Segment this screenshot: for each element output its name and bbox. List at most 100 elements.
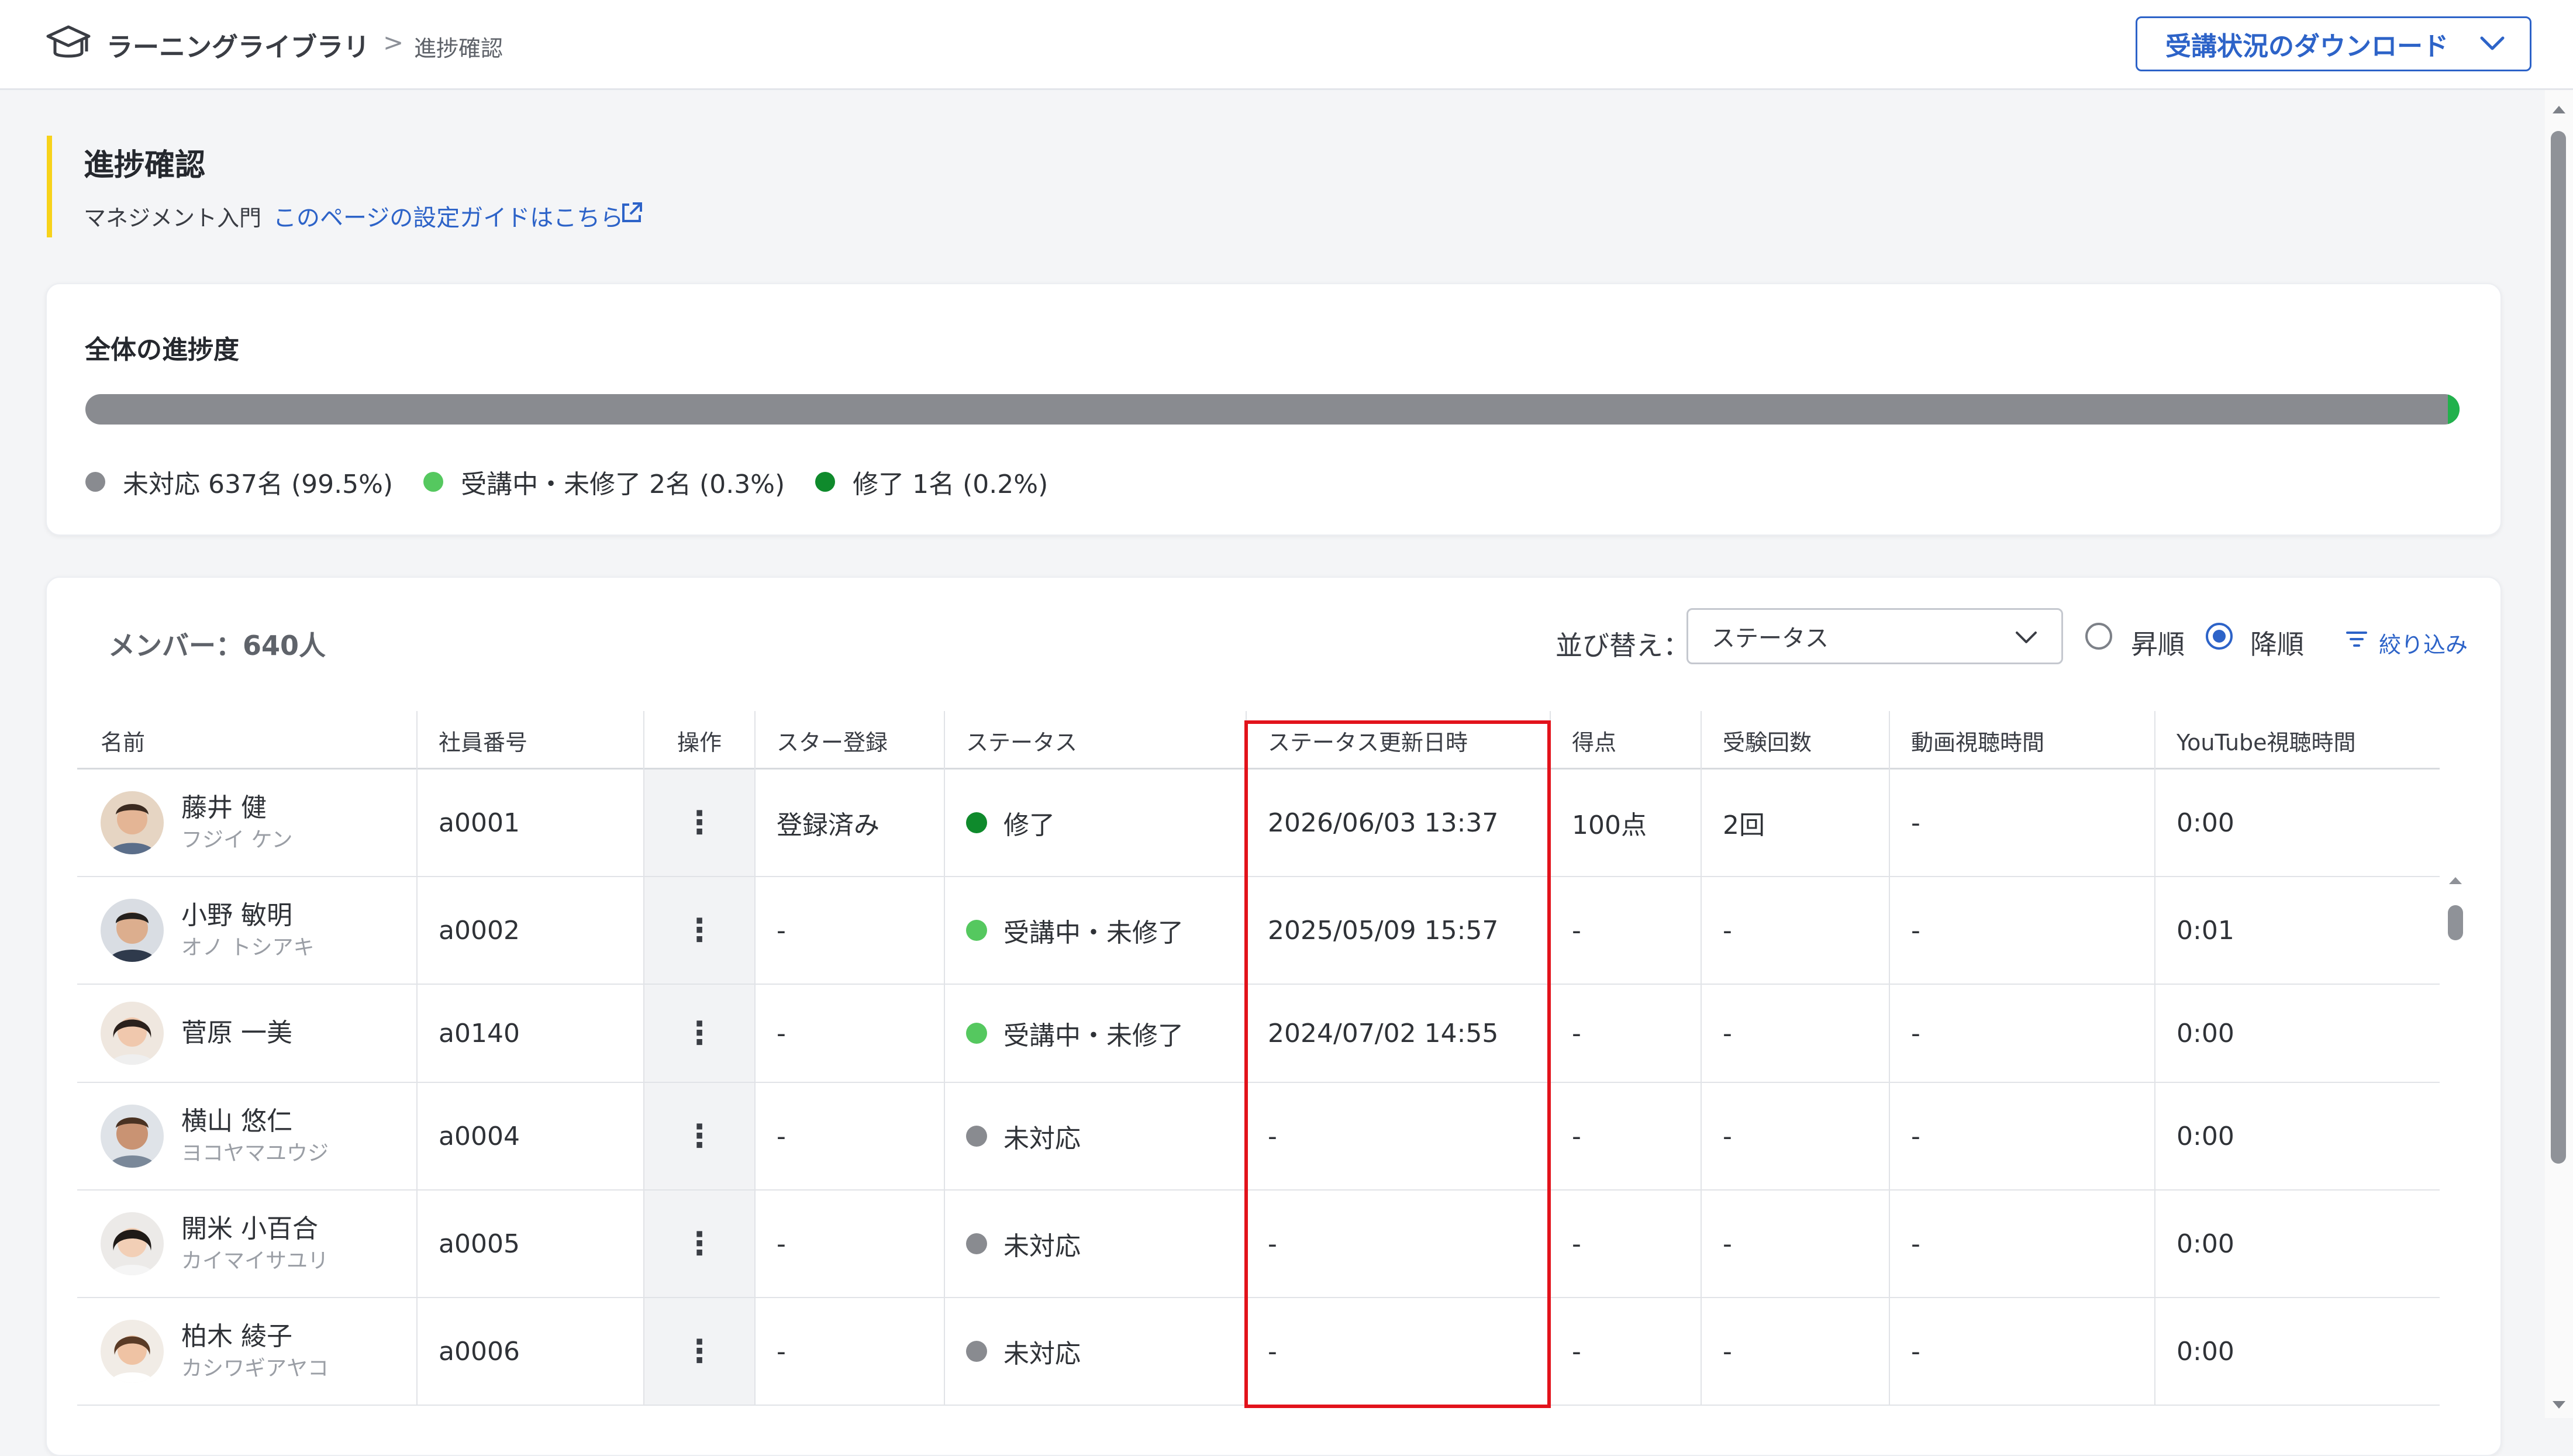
star-cell: - <box>754 1191 944 1297</box>
score-cell: - <box>1550 1191 1701 1297</box>
overall-progress-bar <box>85 394 2460 425</box>
order-asc-radio[interactable] <box>2085 623 2112 650</box>
table-row[interactable]: 菅原 一美 a0140 ⋮ - 受講中・未修了 2024/07/02 14:55… <box>77 985 2440 1083</box>
attempts-cell: 2回 <box>1701 770 1889 876</box>
order-asc-label[interactable]: 昇順 <box>2131 623 2185 662</box>
status-updated-cell: - <box>1246 1083 1550 1189</box>
score-cell: - <box>1550 1298 1701 1405</box>
chevron-down-icon <box>2480 36 2505 50</box>
status-updated-cell: 2024/07/02 14:55 <box>1246 985 1550 1082</box>
column-header-youtube-time[interactable]: YouTube視聴時間 <box>2154 711 2419 770</box>
star-cell: - <box>754 1083 944 1189</box>
attempts-cell: - <box>1701 1083 1889 1189</box>
score-cell: - <box>1550 877 1701 984</box>
column-header-score[interactable]: 得点 <box>1550 711 1701 770</box>
legend-label-not-started: 未対応 637名 (99.5%) <box>123 470 394 499</box>
legend-dot-light-green <box>423 472 444 492</box>
attempts-cell: - <box>1701 877 1889 984</box>
youtube-time-cell: 0:00 <box>2154 985 2419 1082</box>
row-actions-cell: ⋮ <box>643 985 754 1082</box>
score-cell: - <box>1550 985 1701 1082</box>
table-row[interactable]: 開米 小百合 カイマイサユリ a0005 ⋮ - 未対応 - - - - 0:0… <box>77 1191 2440 1298</box>
member-name[interactable]: 小野 敏明 <box>181 898 314 933</box>
name-cell: 開米 小百合 カイマイサユリ <box>77 1191 416 1297</box>
progress-completed-fill <box>2447 394 2460 425</box>
status-label: 受講中・未修了 <box>1003 1021 1184 1051</box>
column-header-star[interactable]: スター登録 <box>754 711 944 770</box>
sort-label: 並び替え： <box>1555 630 1690 661</box>
member-name[interactable]: 菅原 一美 <box>181 1016 292 1051</box>
order-desc-radio[interactable] <box>2206 623 2233 650</box>
member-kana: フジイ ケン <box>181 828 293 852</box>
video-time-cell: - <box>1889 1298 2154 1405</box>
sort-select[interactable]: ステータス <box>1686 608 2063 664</box>
scroll-up-arrow-icon[interactable] <box>2447 874 2464 886</box>
member-kana: カシワギアヤコ <box>181 1357 329 1381</box>
page-scrollbar-thumb[interactable] <box>2551 131 2566 1164</box>
scroll-up-arrow-icon[interactable] <box>2551 103 2567 116</box>
status-updated-cell: - <box>1246 1298 1550 1405</box>
score-cell: 100点 <box>1550 770 1701 876</box>
legend-not-started: 未対応 637名 (99.5%) <box>85 463 393 501</box>
breadcrumb-app-title[interactable]: ラーニングライブラリ <box>106 26 370 64</box>
column-header-status-updated[interactable]: ステータス更新日時 <box>1246 711 1550 770</box>
column-header-video-time[interactable]: 動画視聴時間 <box>1889 711 2154 770</box>
status-dot <box>966 1233 987 1254</box>
status-cell: 受講中・未修了 <box>944 877 1246 984</box>
progress-title: 全体の進捗度 <box>85 335 239 365</box>
star-cell: - <box>754 1298 944 1405</box>
download-status-button[interactable]: 受講状況のダウンロード <box>2136 16 2531 71</box>
legend-in-progress: 受講中・未修了 2名 (0.3%) <box>423 463 785 501</box>
legend-completed: 修了 1名 (0.2%) <box>815 463 1048 501</box>
member-name[interactable]: 横山 悠仁 <box>181 1104 329 1139</box>
filter-button[interactable]: 絞り込み <box>2379 627 2468 659</box>
kebab-menu-icon[interactable]: ⋮ <box>684 1017 715 1049</box>
page-scrollbar[interactable] <box>2545 90 2573 1418</box>
chevron-down-icon <box>2016 632 2037 643</box>
table-scrollbar-thumb[interactable] <box>2448 905 2463 940</box>
table-row[interactable]: 小野 敏明 オノ トシアキ a0002 ⋮ - 受講中・未修了 2025/05/… <box>77 877 2440 985</box>
table-row[interactable]: 藤井 健 フジイ ケン a0001 ⋮ 登録済み 修了 2026/06/03 1… <box>77 770 2440 877</box>
status-dot <box>966 1341 987 1362</box>
sort-select-value: ステータス <box>1712 625 1829 652</box>
video-time-cell: - <box>1889 1191 2154 1297</box>
column-header-attempts[interactable]: 受験回数 <box>1701 711 1889 770</box>
score-cell: - <box>1550 1083 1701 1189</box>
column-header-status[interactable]: ステータス <box>944 711 1246 770</box>
kebab-menu-icon[interactable]: ⋮ <box>684 915 715 946</box>
employee-id-cell: a0140 <box>416 985 643 1082</box>
status-label: 未対応 <box>1003 1231 1081 1261</box>
member-count: メンバー：640人 <box>108 630 326 661</box>
status-label: 未対応 <box>1003 1339 1081 1369</box>
youtube-time-cell: 0:00 <box>2154 1298 2419 1405</box>
name-cell: 横山 悠仁 ヨコヤマユウジ <box>77 1083 416 1189</box>
name-block: 藤井 健 フジイ ケン <box>181 791 292 855</box>
page-title: 進捗確認 <box>84 148 206 183</box>
kebab-menu-icon[interactable]: ⋮ <box>684 1120 715 1152</box>
status-cell: 未対応 <box>944 1191 1246 1297</box>
employee-id-cell: a0006 <box>416 1298 643 1405</box>
name-block: 菅原 一美 <box>181 1016 292 1051</box>
column-header-employee-id[interactable]: 社員番号 <box>416 711 643 770</box>
table-row[interactable]: 横山 悠仁 ヨコヤマユウジ a0004 ⋮ - 未対応 - - - - 0:00 <box>77 1083 2440 1191</box>
kebab-menu-icon[interactable]: ⋮ <box>684 1336 715 1367</box>
employee-id-cell: a0005 <box>416 1191 643 1297</box>
status-dot <box>966 920 987 941</box>
kebab-menu-icon[interactable]: ⋮ <box>684 807 715 839</box>
external-link-icon[interactable] <box>619 200 644 226</box>
kebab-menu-icon[interactable]: ⋮ <box>684 1228 715 1260</box>
table-scrollbar[interactable] <box>2439 869 2471 1454</box>
table-row[interactable]: 柏木 綾子 カシワギアヤコ a0006 ⋮ - 未対応 - - - - 0:00 <box>77 1298 2440 1406</box>
scroll-down-arrow-icon[interactable] <box>2551 1399 2567 1412</box>
avatar <box>101 791 164 854</box>
member-name[interactable]: 開米 小百合 <box>181 1212 329 1247</box>
member-name[interactable]: 藤井 健 <box>181 791 292 826</box>
member-name[interactable]: 柏木 綾子 <box>181 1319 329 1354</box>
settings-guide-link[interactable]: このページの設定ガイドはこちら <box>273 199 623 233</box>
status-cell: 未対応 <box>944 1083 1246 1189</box>
name-cell: 小野 敏明 オノ トシアキ <box>77 877 416 984</box>
video-time-cell: - <box>1889 877 2154 984</box>
column-header-name[interactable]: 名前 <box>77 711 416 770</box>
order-desc-label[interactable]: 降順 <box>2250 623 2304 662</box>
filter-icon[interactable] <box>2345 629 2368 649</box>
